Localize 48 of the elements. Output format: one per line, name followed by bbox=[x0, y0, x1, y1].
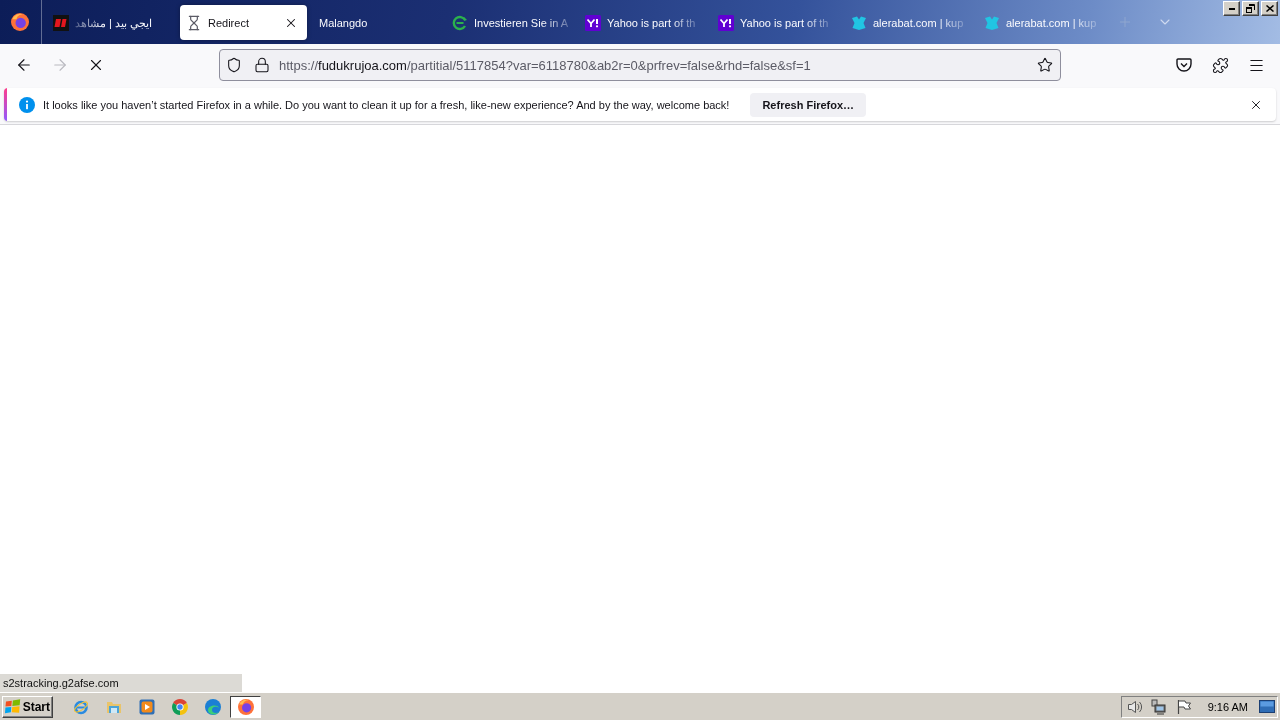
close-window-button[interactable] bbox=[1261, 1, 1278, 16]
swirl-logo-icon bbox=[204, 698, 221, 715]
logo-icon bbox=[53, 14, 69, 31]
bookmark-button[interactable] bbox=[1037, 57, 1053, 73]
tab[interactable]: Yahoo is part of th bbox=[579, 5, 706, 40]
shield-icon[interactable] bbox=[226, 57, 242, 73]
tab[interactable]: Investieren Sie in A bbox=[446, 5, 575, 40]
tab[interactable]: Malangdo bbox=[313, 5, 440, 40]
logo-icon bbox=[718, 14, 734, 31]
pocket-icon bbox=[1176, 57, 1192, 73]
flag-icon[interactable] bbox=[1175, 698, 1192, 715]
address-field[interactable]: https://fudukrujoa.com/partitial/5117854?var=6118780&ab2r=0&prfrev=false&rhd=false&sf=1 bbox=[219, 49, 1061, 81]
notification-message: It looks like you haven’t started Firefox in a while. Do you want to clean it up for a fresh, like-new experience? And by the way, welcome back! bbox=[43, 98, 730, 111]
logo-icon bbox=[984, 14, 1000, 31]
minimize-button[interactable] bbox=[1223, 1, 1240, 16]
hourglass-icon bbox=[186, 14, 202, 31]
speaker-icon[interactable] bbox=[1126, 698, 1143, 715]
flag-logo-icon bbox=[5, 699, 21, 714]
status-link-text: s2stracking.g2afse.com bbox=[0, 674, 242, 692]
logo-icon bbox=[452, 14, 468, 31]
play-icon bbox=[138, 698, 155, 715]
tab[interactable]: Redirect bbox=[180, 5, 307, 40]
ring-logo-icon bbox=[171, 698, 188, 715]
show-desktop-button[interactable] bbox=[1259, 698, 1275, 715]
puzzle-icon bbox=[1211, 56, 1229, 74]
clock-text: 9:16 AM bbox=[1207, 700, 1248, 713]
url-text: https://fudukrujoa.com/partitial/5117854?var=6118780&ab2r=0&prfrev=false&rhd=false&sf=1 bbox=[279, 57, 811, 73]
start-button[interactable]: Start bbox=[2, 695, 53, 718]
star-icon bbox=[1037, 57, 1053, 73]
network-icon[interactable] bbox=[1150, 698, 1167, 715]
restore-icon bbox=[1246, 4, 1255, 13]
tab[interactable]: Yahoo is part of th bbox=[712, 5, 839, 40]
taskbar-button[interactable] bbox=[230, 695, 261, 718]
logo-icon bbox=[585, 14, 601, 31]
minimize-icon bbox=[1228, 7, 1235, 10]
orb-logo-icon bbox=[10, 13, 29, 31]
forward-arrow-icon bbox=[51, 56, 69, 74]
orb-logo-icon bbox=[237, 698, 254, 715]
close-icon bbox=[1265, 5, 1274, 12]
tab[interactable]: alerabat.com | kup bbox=[845, 5, 972, 40]
tab[interactable]: ايجي بيد | مشاهد bbox=[47, 5, 174, 40]
info-icon bbox=[19, 96, 35, 113]
logo-icon bbox=[851, 14, 867, 31]
refresh-button[interactable]: Refresh Firefox… bbox=[750, 92, 867, 117]
restore-button[interactable] bbox=[1242, 1, 1259, 16]
lock-icon[interactable] bbox=[254, 57, 270, 73]
e-logo-icon bbox=[72, 698, 89, 715]
desktop-icon bbox=[1259, 698, 1275, 715]
